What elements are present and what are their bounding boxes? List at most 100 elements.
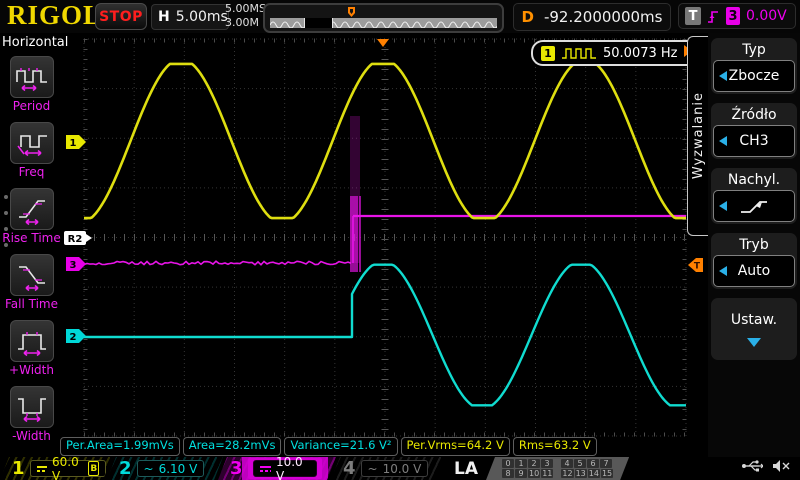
channel-4-status[interactable]: 4 ~ 10.0 V [331, 457, 443, 480]
trigger-mode-value: Auto [738, 263, 771, 279]
measure-item-freq[interactable]: Freq [0, 122, 63, 179]
trigger-menu-tab[interactable]: Wyzwalanie [687, 36, 708, 236]
measure-item-fall-time[interactable]: Fall Time [0, 254, 63, 311]
ch1-trace [84, 64, 686, 218]
plus-width-icon [15, 325, 49, 357]
period-icon [15, 61, 49, 93]
trigger-source-button[interactable]: CH3 [713, 125, 795, 157]
measure-label: +Width [9, 363, 54, 377]
measurement-rms: Rms=63.2 V [513, 437, 597, 456]
ac-coupling-icon: ~ [368, 462, 378, 476]
trigger-level-marker [688, 258, 703, 272]
channel-2-status[interactable]: 2 ~ 6.10 V [107, 457, 223, 480]
dc-coupling-icon [37, 466, 48, 472]
run-state-badge: STOP [95, 3, 147, 30]
channel-1-status[interactable]: 1 60.0 V B [0, 457, 112, 480]
measure-label: -Width [12, 429, 51, 443]
ch2-trace [84, 265, 686, 406]
left-menu-title: Horizontal [2, 35, 63, 50]
waveform-display: T1R232 [0, 0, 800, 480]
fall-time-icon [15, 259, 49, 291]
channel-scale-value: 10.0 V [276, 455, 310, 480]
trigger-slope-group: Nachyl. [711, 168, 797, 224]
measurement-per-vrms: Per.Vrms=64.2 V [401, 437, 510, 456]
measure-item-minus-width[interactable]: -Width [0, 386, 63, 443]
timebase-value: 5.00ms [176, 9, 228, 25]
chevron-left-icon [719, 201, 727, 211]
measurement-area: Area=28.2mVs [183, 437, 282, 456]
trigger-source-value: CH3 [739, 133, 768, 149]
memory-waveform-strip [270, 18, 497, 28]
channel-number: 4 [343, 457, 356, 480]
la-digit: 12 [561, 469, 573, 478]
trigger-type-label: Typ [713, 40, 795, 60]
reference-position-marker-arrow [86, 234, 92, 242]
la-digit: 6 [587, 459, 599, 468]
rising-edge-icon [737, 196, 771, 216]
trigger-source-badge: 3 [726, 7, 740, 25]
la-digit: 7 [600, 459, 612, 468]
la-digit: 13 [575, 469, 587, 478]
dc-coupling-icon [260, 466, 271, 472]
reference-position-marker-label: R2 [68, 234, 83, 245]
trigger-menu-tab-label: Wyzwalanie [691, 92, 706, 179]
menu-scroll-indicator [4, 195, 8, 247]
counter-source-badge: 1 [541, 46, 555, 61]
frequency-counter: 1 50.0073 Hz [531, 40, 701, 66]
measure-item-period[interactable]: Period [0, 56, 63, 113]
channel-position-marker-label: 2 [70, 332, 77, 343]
channel-position-marker-label: 1 [70, 138, 77, 149]
la-digit: 14 [588, 469, 600, 478]
horizontal-timebase-readout[interactable]: H 5.00ms [151, 4, 229, 30]
horizontal-measure-menu: Horizontal Period Freq Rise Tim [0, 33, 63, 457]
chevron-down-icon [747, 338, 761, 347]
measure-item-rise-time[interactable]: Rise Time [0, 188, 63, 245]
measurement-variance: Variance=21.6 V² [284, 437, 397, 456]
horizontal-label: H [158, 9, 170, 25]
la-digit: 5 [574, 459, 586, 468]
measurement-bar: Per.Area=1.99mVs Area=28.2mVs Variance=2… [60, 437, 597, 456]
trigger-mode-group: Tryb Auto [711, 233, 797, 289]
channel-number: 1 [12, 457, 25, 480]
trigger-mode-button[interactable]: Auto [713, 255, 795, 287]
channel-number: 3 [230, 457, 243, 480]
channel-scale-value: 6.10 V [159, 462, 198, 476]
la-digit: 15 [601, 469, 613, 478]
la-digit: 1 [515, 459, 527, 468]
la-digits-row1: 01234567 [502, 459, 613, 468]
trigger-slope-label: Nachyl. [713, 170, 795, 190]
la-digit: 3 [541, 459, 553, 468]
trigger-readout[interactable]: T 3 0.00V [678, 3, 796, 29]
frequency-value: 50.0073 Hz [603, 46, 678, 61]
la-digit: 9 [515, 469, 527, 478]
bandwidth-limit-badge: B [88, 461, 99, 476]
measure-label: Freq [19, 165, 45, 179]
trigger-position-marker [377, 39, 389, 47]
usb-icon [741, 459, 763, 473]
trigger-label: T [685, 7, 701, 25]
trigger-source-label: Źródło [713, 105, 795, 125]
chevron-left-icon [719, 71, 727, 81]
trigger-type-group: Typ Zbocze [711, 38, 797, 94]
trigger-type-value: Zbocze [729, 68, 780, 84]
delay-readout[interactable]: D -92.2000000ms [513, 3, 671, 31]
oscilloscope-screen: RIGOL STOP H 5.00ms 5.00MSa/s 3.00M pts … [0, 0, 800, 480]
la-digit: 4 [561, 459, 573, 468]
rising-edge-icon [707, 9, 720, 24]
measure-item-plus-width[interactable]: +Width [0, 320, 63, 377]
la-digit: 10 [528, 469, 540, 478]
measure-label: Rise Time [2, 231, 61, 245]
trigger-type-button[interactable]: Zbocze [713, 60, 795, 92]
measure-label: Fall Time [5, 297, 58, 311]
logic-analyzer-status[interactable]: 01234567 89101112131415 [486, 457, 629, 480]
rise-time-icon [15, 193, 49, 225]
delay-label: D [522, 8, 534, 26]
channel-3-status[interactable]: 3 10.0 V [218, 457, 336, 480]
speaker-muted-icon [772, 459, 790, 473]
channel-position-marker [66, 329, 86, 343]
trigger-settings-button[interactable]: Ustaw. [711, 298, 797, 360]
la-digit: 2 [528, 459, 540, 468]
channel-number: 2 [119, 457, 132, 480]
trigger-settings-label: Ustaw. [713, 310, 795, 330]
trigger-slope-button[interactable] [713, 190, 795, 222]
